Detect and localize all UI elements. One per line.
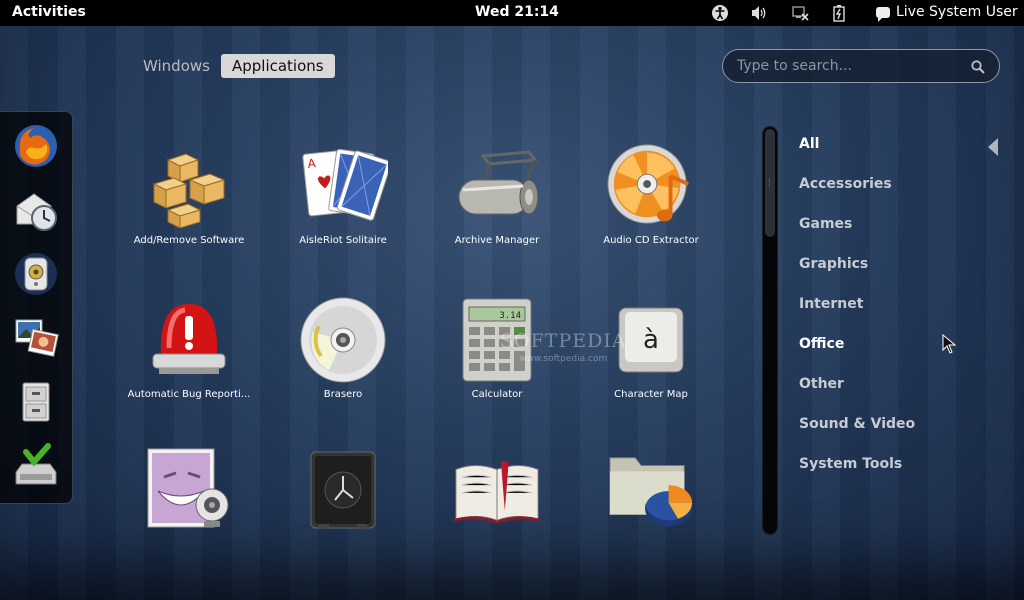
app-label: Add/Remove Software xyxy=(133,235,245,246)
category-other[interactable]: Other xyxy=(799,376,1009,416)
category-internet[interactable]: Internet xyxy=(799,296,1009,336)
network-icon[interactable] xyxy=(790,3,810,23)
category-sound-video[interactable]: Sound & Video xyxy=(799,416,1009,456)
app-calculator[interactable]: 3.14 Calculator xyxy=(422,295,572,435)
softpedia-watermark: SOFTPEDIA www.softpedia.com xyxy=(500,330,627,364)
scrollbar-thumb[interactable] xyxy=(765,129,775,237)
category-office[interactable]: Office xyxy=(799,336,1009,376)
character-glyph: à xyxy=(643,325,659,355)
category-graphics[interactable]: Graphics xyxy=(799,256,1009,296)
category-all[interactable]: All xyxy=(799,136,1009,176)
playing-cards-icon: A xyxy=(298,141,388,231)
user-menu[interactable]: Live System User xyxy=(876,4,1018,22)
battery-icon[interactable] xyxy=(829,3,849,23)
category-games[interactable]: Games xyxy=(799,216,1009,256)
app-grid-scrollbar[interactable] xyxy=(762,126,778,535)
search-icon xyxy=(971,59,985,78)
files-cabinet-icon[interactable] xyxy=(10,376,62,428)
shotwell-photos-icon[interactable] xyxy=(10,312,62,364)
safe-clock-icon xyxy=(298,445,388,535)
app-label: Archive Manager xyxy=(454,235,540,246)
app-brasero[interactable]: Brasero xyxy=(268,295,418,435)
firefox-icon[interactable] xyxy=(10,120,62,172)
clock[interactable]: Wed 21:14 xyxy=(475,4,559,20)
category-list: All Accessories Games Graphics Internet … xyxy=(799,136,1009,496)
app-label: Brasero xyxy=(323,389,363,400)
tab-applications[interactable]: Applications xyxy=(220,54,335,78)
disc-burn-icon xyxy=(298,295,388,385)
software-install-icon[interactable] xyxy=(10,440,62,492)
app-character-map[interactable]: à Character Map xyxy=(576,295,726,435)
dash xyxy=(0,111,73,504)
open-book-icon xyxy=(452,445,542,535)
category-system-tools[interactable]: System Tools xyxy=(799,456,1009,496)
folder-chart-icon xyxy=(606,445,696,535)
activities-button[interactable]: Activities xyxy=(12,4,86,20)
calculator-display: 3.14 xyxy=(499,311,521,321)
app-add-remove-software[interactable]: Add/Remove Software xyxy=(114,141,264,281)
boxes-icon xyxy=(144,141,234,231)
archive-roller-icon xyxy=(452,141,542,231)
rhythmbox-icon[interactable] xyxy=(10,248,62,300)
chat-bubble-icon xyxy=(876,6,890,22)
app-dictionary[interactable] xyxy=(422,445,572,585)
app-audio-cd-extractor[interactable]: Audio CD Extractor xyxy=(576,141,726,281)
app-archive-manager[interactable]: Archive Manager xyxy=(422,141,572,281)
app-disk-usage-analyzer[interactable] xyxy=(576,445,726,585)
search-input[interactable] xyxy=(737,58,957,74)
app-label: Character Map xyxy=(614,389,688,400)
view-selector: Windows Applications xyxy=(132,54,335,78)
siren-alert-icon xyxy=(144,295,234,385)
selected-category-arrow-icon xyxy=(988,138,998,156)
category-accessories[interactable]: Accessories xyxy=(799,176,1009,216)
app-aisleriot-solitaire[interactable]: A AisleRiot Solitaire xyxy=(268,141,418,281)
app-label: Calculator xyxy=(471,389,523,400)
watermark-url: www.softpedia.com xyxy=(519,354,608,364)
cd-music-icon xyxy=(606,141,696,231)
app-label: Audio CD Extractor xyxy=(603,235,699,246)
app-automatic-bug-reporting[interactable]: Automatic Bug Reporti... xyxy=(114,295,264,435)
top-bar: Activities Wed 21:14 Live System User xyxy=(0,0,1024,26)
app-cheese[interactable] xyxy=(114,445,264,585)
tab-windows[interactable]: Windows xyxy=(132,54,221,78)
app-label: AisleRiot Solitaire xyxy=(299,235,387,246)
volume-icon[interactable] xyxy=(749,3,769,23)
app-deja-dup[interactable] xyxy=(268,445,418,585)
mouse-pointer-icon xyxy=(942,333,957,358)
accessibility-icon[interactable] xyxy=(710,3,730,23)
search-box[interactable] xyxy=(722,49,1000,83)
cheese-webcam-icon xyxy=(144,445,234,535)
user-name: Live System User xyxy=(896,4,1018,20)
app-label: Automatic Bug Reporti... xyxy=(127,389,251,400)
watermark-name: SOFTPEDIA xyxy=(500,330,627,352)
evolution-mail-icon[interactable] xyxy=(10,184,62,236)
